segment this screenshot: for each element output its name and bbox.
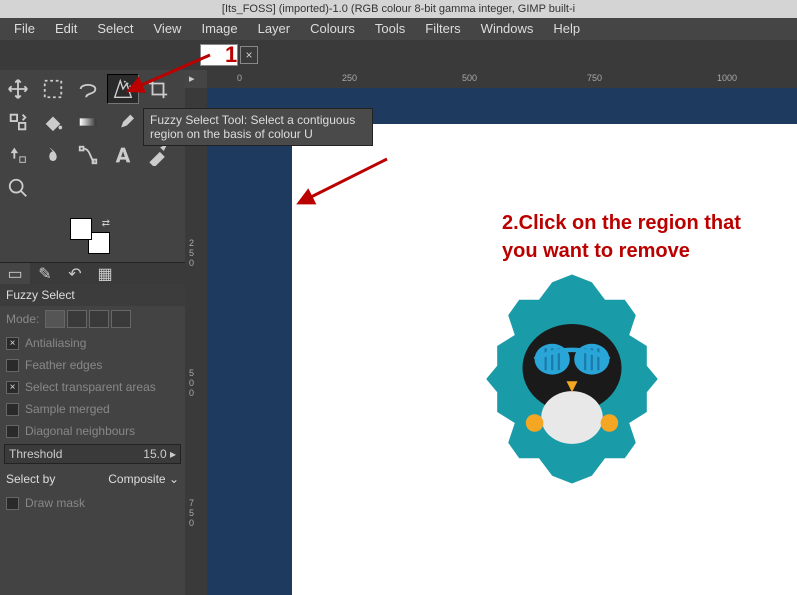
drawmask-checkbox[interactable] xyxy=(6,497,19,510)
gradient-tool[interactable] xyxy=(72,107,104,137)
threshold-slider[interactable]: Threshold 15.0 ▸ xyxy=(4,444,181,464)
menu-view[interactable]: View xyxy=(144,18,192,40)
color-swatch[interactable]: ⇄ xyxy=(70,218,110,254)
menu-file[interactable]: File xyxy=(4,18,45,40)
diagonal-checkbox[interactable] xyxy=(6,425,19,438)
move-tool[interactable] xyxy=(2,74,34,104)
canvas[interactable]: 2.Click on the region that you want to r… xyxy=(207,88,797,595)
canvas-area: ▸ 0 250 500 750 1000 0 2 5 0 5 0 0 7 5 0… xyxy=(185,70,797,595)
drawmask-label: Draw mask xyxy=(25,496,85,510)
annotation-arrow1 xyxy=(125,47,215,97)
feather-label: Feather edges xyxy=(25,358,102,372)
sample-merged-label: Sample merged xyxy=(25,402,110,416)
annotation-number-1: 1 xyxy=(225,42,237,68)
text-tool[interactable] xyxy=(107,140,139,170)
mode-label: Mode: xyxy=(6,312,39,326)
title-bar: [Its_FOSS] (imported)-1.0 (RGB colour 8-… xyxy=(0,0,797,18)
feather-checkbox[interactable] xyxy=(6,359,19,372)
tool-options-tab[interactable]: ▭ xyxy=(0,263,30,284)
antialiasing-label: Antialiasing xyxy=(25,336,86,350)
swap-colors-icon[interactable]: ⇄ xyxy=(102,218,110,229)
menu-edit[interactable]: Edit xyxy=(45,18,87,40)
fuzzy-select-tooltip: Fuzzy Select Tool: Select a contiguous r… xyxy=(143,108,373,146)
mode-replace[interactable] xyxy=(45,310,65,328)
image-page[interactable]: 2.Click on the region that you want to r… xyxy=(292,124,797,595)
antialiasing-checkbox[interactable]: × xyxy=(6,337,19,350)
ruler-horizontal[interactable]: 0 250 500 750 1000 xyxy=(207,70,797,88)
diagonal-label: Diagonal neighbours xyxy=(25,424,135,438)
menu-layer[interactable]: Layer xyxy=(248,18,301,40)
menu-filters[interactable]: Filters xyxy=(415,18,470,40)
mode-subtract[interactable] xyxy=(89,310,109,328)
undo-history-tab[interactable]: ↶ xyxy=(60,263,90,284)
dock-tabs: ▭ ✎ ↶ ▦ xyxy=(0,262,185,284)
logo-image xyxy=(462,269,682,489)
menu-help[interactable]: Help xyxy=(543,18,590,40)
document-tabs: × xyxy=(0,40,797,70)
left-panel: ⇄ ▭ ✎ ↶ ▦ Fuzzy Select Mode: × Antialiasi… xyxy=(0,70,185,595)
clone-tool[interactable] xyxy=(2,140,34,170)
selectby-label: Select by xyxy=(6,472,55,486)
smudge-tool[interactable] xyxy=(37,140,69,170)
free-select-tool[interactable] xyxy=(72,74,104,104)
paintbrush-tool[interactable] xyxy=(107,107,139,137)
path-tool[interactable] xyxy=(72,140,104,170)
annotation-step2: 2.Click on the region that you want to r… xyxy=(502,209,741,265)
zoom-tool[interactable] xyxy=(2,173,34,203)
mode-intersect[interactable] xyxy=(111,310,131,328)
mode-add[interactable] xyxy=(67,310,87,328)
menu-colours[interactable]: Colours xyxy=(300,18,365,40)
selectby-dropdown[interactable]: Composite ⌄ xyxy=(108,472,179,486)
menu-windows[interactable]: Windows xyxy=(471,18,544,40)
transparent-checkbox[interactable]: × xyxy=(6,381,19,394)
ruler-vertical[interactable]: 0 2 5 0 5 0 0 7 5 0 xyxy=(185,88,207,595)
bucket-tool[interactable] xyxy=(37,107,69,137)
menu-tools[interactable]: Tools xyxy=(365,18,415,40)
foreground-color[interactable] xyxy=(70,218,92,240)
annotation-arrow2 xyxy=(292,149,392,209)
tab-close-icon[interactable]: × xyxy=(240,46,258,64)
menu-image[interactable]: Image xyxy=(191,18,247,40)
transform-tool[interactable] xyxy=(2,107,34,137)
images-tab[interactable]: ▦ xyxy=(90,263,120,284)
tool-options-title: Fuzzy Select xyxy=(0,284,185,306)
sample-merged-checkbox[interactable] xyxy=(6,403,19,416)
rect-select-tool[interactable] xyxy=(37,74,69,104)
device-status-tab[interactable]: ✎ xyxy=(30,263,60,284)
transparent-label: Select transparent areas xyxy=(25,380,156,394)
menu-bar: File Edit Select View Image Layer Colour… xyxy=(0,18,797,40)
menu-select[interactable]: Select xyxy=(87,18,143,40)
